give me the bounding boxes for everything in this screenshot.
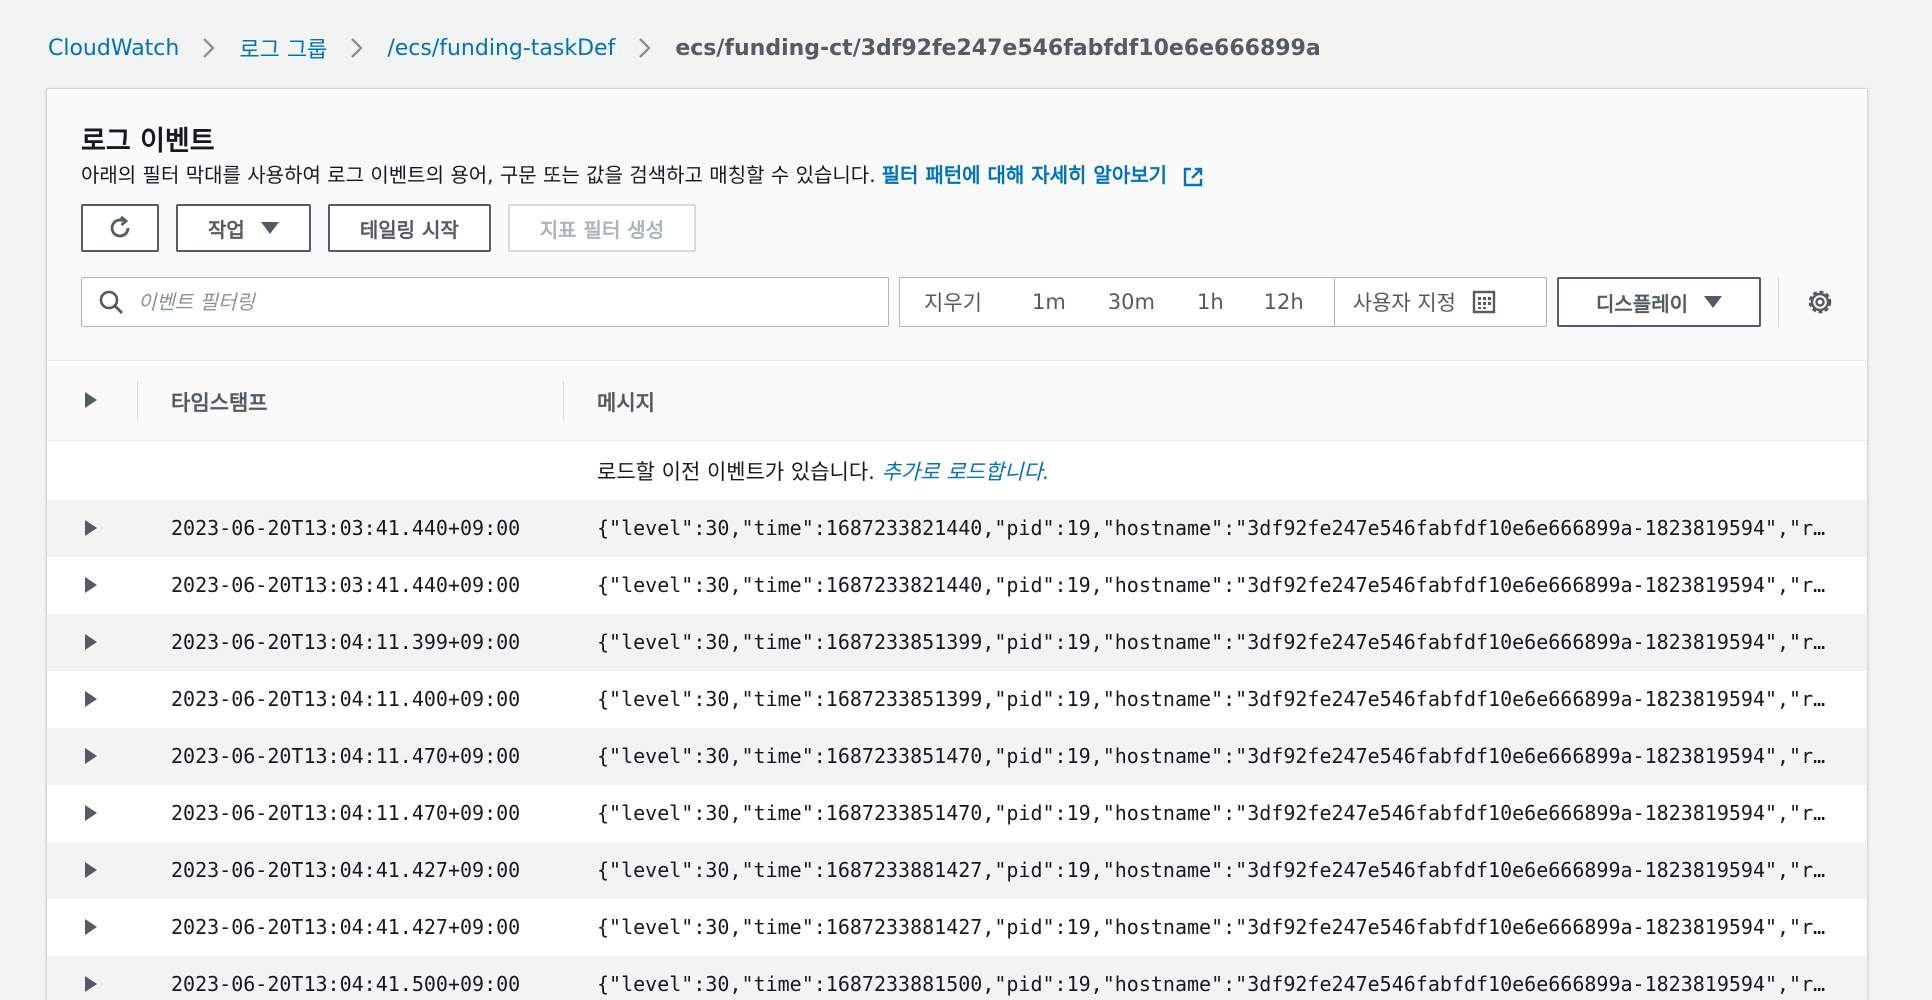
row-timestamp: 2023-06-20T13:04:41.427+09:00 — [171, 858, 521, 882]
row-message: {"level":30,"time":1687233851399,"pid":1… — [597, 687, 1837, 711]
time-range-clear[interactable]: 지우기 — [924, 287, 982, 317]
chevron-right-icon — [327, 37, 387, 59]
actions-button[interactable]: 작업 — [176, 204, 311, 252]
row-message: {"level":30,"time":1687233851470,"pid":1… — [597, 801, 1837, 825]
column-divider — [137, 381, 138, 421]
caret-right-icon[interactable] — [83, 633, 99, 651]
column-divider — [563, 381, 564, 421]
row-message: {"level":30,"time":1687233821440,"pid":1… — [597, 516, 1837, 540]
table-header: 타임스탬프 메시지 — [47, 361, 1867, 441]
gear-icon[interactable] — [1805, 287, 1835, 317]
breadcrumb-log-group[interactable]: /ecs/funding-taskDef — [387, 36, 615, 61]
log-events-table-body: 2023-06-20T13:03:41.440+09:00 {"level":3… — [47, 500, 1867, 1000]
panel-description: 아래의 필터 막대를 사용하여 로그 이벤트의 용어, 구문 또는 값을 검색하… — [81, 159, 1204, 188]
row-timestamp: 2023-06-20T13:04:41.427+09:00 — [171, 915, 521, 939]
caret-right-icon[interactable] — [83, 861, 99, 879]
description-text: 아래의 필터 막대를 사용하여 로그 이벤트의 용어, 구문 또는 값을 검색하… — [81, 163, 876, 187]
calendar-icon — [1472, 290, 1496, 314]
row-message: {"level":30,"time":1687233851470,"pid":1… — [597, 744, 1837, 768]
load-more-link[interactable]: 추가로 로드합니다. — [882, 460, 1050, 484]
breadcrumb-cloudwatch[interactable]: CloudWatch — [48, 36, 179, 61]
row-message: {"level":30,"time":1687233881427,"pid":1… — [597, 915, 1837, 939]
breadcrumb-current-stream: ecs/funding-ct/3df92fe247e546fabfdf10e6e… — [675, 35, 1321, 61]
table-row[interactable]: 2023-06-20T13:04:11.470+09:00 {"level":3… — [47, 728, 1867, 785]
caret-right-icon[interactable] — [83, 576, 99, 594]
column-header-timestamp[interactable]: 타임스탬프 — [171, 387, 268, 417]
time-range-1h[interactable]: 1h — [1197, 290, 1224, 314]
search-box — [81, 277, 889, 327]
row-message: {"level":30,"time":1687233851399,"pid":1… — [597, 630, 1837, 654]
learn-more-label: 필터 패턴에 대해 자세히 알아보기 — [881, 163, 1168, 187]
caret-right-icon[interactable] — [83, 804, 99, 822]
toolbar: 작업 테일링 시작 지표 필터 생성 — [81, 204, 697, 252]
time-range-1m[interactable]: 1m — [1032, 290, 1066, 314]
chevron-right-icon — [179, 37, 239, 59]
row-message: {"level":30,"time":1687233881427,"pid":1… — [597, 858, 1837, 882]
load-more-text: 로드할 이전 이벤트가 있습니다. 추가로 로드합니다. — [597, 456, 1049, 486]
row-timestamp: 2023-06-20T13:04:11.399+09:00 — [171, 630, 521, 654]
refresh-icon — [110, 215, 130, 238]
page-title: 로그 이벤트 — [81, 126, 215, 157]
breadcrumb: CloudWatch 로그 그룹 /ecs/funding-taskDef ec… — [48, 30, 1321, 66]
row-timestamp: 2023-06-20T13:04:11.470+09:00 — [171, 744, 521, 768]
filter-events-input[interactable] — [138, 290, 838, 314]
time-range-divider — [1333, 277, 1335, 327]
panel-header: 로그 이벤트 아래의 필터 막대를 사용하여 로그 이벤트의 용어, 구문 또는… — [47, 89, 1867, 361]
column-header-message[interactable]: 메시지 — [597, 387, 655, 417]
row-timestamp: 2023-06-20T13:04:41.500+09:00 — [171, 972, 521, 996]
row-timestamp: 2023-06-20T13:04:11.470+09:00 — [171, 801, 521, 825]
table-row[interactable]: 2023-06-20T13:04:11.399+09:00 {"level":3… — [47, 614, 1867, 671]
load-more-row: 로드할 이전 이벤트가 있습니다. 추가로 로드합니다. — [47, 441, 1867, 500]
chevron-right-icon — [615, 37, 675, 59]
expand-all-icon[interactable] — [83, 391, 99, 409]
row-timestamp: 2023-06-20T13:04:11.400+09:00 — [171, 687, 521, 711]
actions-label: 작업 — [208, 217, 245, 242]
create-metric-filter-button: 지표 필터 생성 — [507, 204, 697, 252]
caret-right-icon[interactable] — [83, 918, 99, 936]
table-row[interactable]: 2023-06-20T13:04:41.427+09:00 {"level":3… — [47, 899, 1867, 956]
caret-down-icon — [260, 222, 279, 234]
table-row[interactable]: 2023-06-20T13:04:41.427+09:00 {"level":3… — [47, 842, 1867, 899]
time-range-custom-label: 사용자 지정 — [1352, 291, 1456, 315]
caret-right-icon[interactable] — [83, 690, 99, 708]
caret-down-icon — [1704, 296, 1722, 308]
toolbar-divider — [1778, 277, 1779, 327]
filter-bar: 지우기 1m 30m 1h 12h 사용자 지정 — [81, 277, 1841, 327]
row-message: {"level":30,"time":1687233881500,"pid":1… — [597, 972, 1837, 996]
row-message: {"level":30,"time":1687233821440,"pid":1… — [597, 573, 1837, 597]
log-events-panel: 로그 이벤트 아래의 필터 막대를 사용하여 로그 이벤트의 용어, 구문 또는… — [46, 88, 1868, 1000]
start-tailing-button[interactable]: 테일링 시작 — [327, 204, 491, 252]
caret-right-icon[interactable] — [83, 975, 99, 993]
display-button[interactable]: 디스플레이 — [1557, 277, 1761, 327]
display-label: 디스플레이 — [1596, 291, 1688, 316]
row-timestamp: 2023-06-20T13:03:41.440+09:00 — [171, 573, 521, 597]
caret-right-icon[interactable] — [83, 519, 99, 537]
external-link-icon — [1183, 167, 1203, 186]
search-icon — [99, 290, 123, 314]
load-prompt: 로드할 이전 이벤트가 있습니다. — [597, 460, 875, 484]
refresh-button[interactable] — [81, 204, 159, 252]
caret-right-icon[interactable] — [83, 747, 99, 765]
row-timestamp: 2023-06-20T13:03:41.440+09:00 — [171, 516, 521, 540]
table-row[interactable]: 2023-06-20T13:04:41.500+09:00 {"level":3… — [47, 956, 1867, 1000]
table-row[interactable]: 2023-06-20T13:03:41.440+09:00 {"level":3… — [47, 500, 1867, 557]
time-range-30m[interactable]: 30m — [1108, 290, 1155, 314]
time-range-12h[interactable]: 12h — [1264, 290, 1304, 314]
time-range-custom[interactable]: 사용자 지정 — [1353, 287, 1496, 317]
breadcrumb-log-groups[interactable]: 로그 그룹 — [239, 32, 327, 64]
table-row[interactable]: 2023-06-20T13:03:41.440+09:00 {"level":3… — [47, 557, 1867, 614]
table-row[interactable]: 2023-06-20T13:04:11.470+09:00 {"level":3… — [47, 785, 1867, 842]
table-row[interactable]: 2023-06-20T13:04:11.400+09:00 {"level":3… — [47, 671, 1867, 728]
time-range-selector: 지우기 1m 30m 1h 12h 사용자 지정 — [899, 277, 1547, 327]
learn-more-link[interactable]: 필터 패턴에 대해 자세히 알아보기 — [882, 159, 1204, 188]
